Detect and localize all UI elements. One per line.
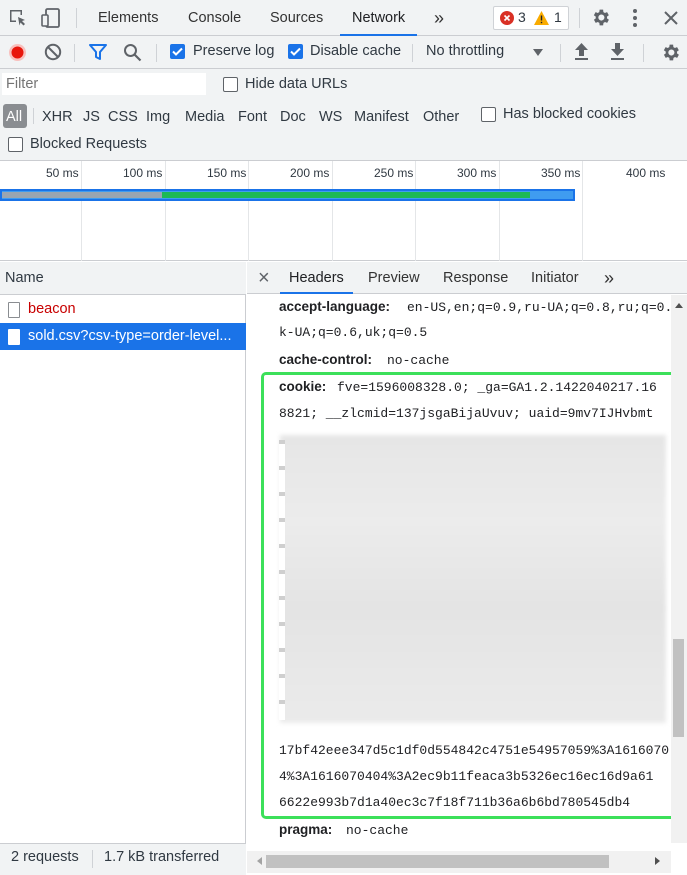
filter-type-font[interactable]: Font — [238, 106, 267, 128]
tab-initiator[interactable]: Initiator — [531, 262, 579, 294]
scroll-up-icon[interactable] — [675, 303, 683, 308]
file-icon — [8, 329, 20, 345]
transferred-size: 1.7 kB transferred — [104, 849, 220, 865]
settings-gear-icon[interactable] — [590, 7, 611, 28]
hide-data-urls-checkbox[interactable] — [223, 77, 238, 92]
inspect-element-icon[interactable] — [8, 8, 28, 28]
header-name-accept-language: accept-language: — [279, 299, 391, 314]
tab-sources[interactable]: Sources — [268, 0, 325, 36]
tab-headers[interactable]: Headers — [280, 262, 353, 294]
request-row-sold-csv[interactable]: sold.csv?csv-type=order-level... — [0, 323, 246, 350]
disable-cache-label: Disable cache — [310, 43, 402, 59]
chevron-down-icon[interactable] — [533, 49, 543, 56]
issues-counter[interactable]: 3 1 — [493, 6, 569, 30]
device-toolbar-icon[interactable] — [40, 7, 62, 29]
tab-preview[interactable]: Preview — [368, 262, 420, 294]
filter-icon[interactable] — [89, 44, 107, 61]
request-list: Name beacon sold.csv?csv-type=order-leve… — [0, 262, 246, 843]
status-bar: 2 requests 1.7 kB transferred — [0, 843, 246, 875]
timeline-request-bar — [0, 189, 575, 201]
vertical-scroll-thumb[interactable] — [673, 639, 684, 737]
has-blocked-cookies-checkbox[interactable] — [481, 107, 496, 122]
search-icon[interactable] — [123, 43, 142, 62]
header-value-pragma: no-cache — [346, 823, 409, 838]
timeline-tick: 250 ms — [374, 166, 414, 180]
error-icon — [500, 11, 514, 25]
more-detail-tabs-button[interactable]: » — [604, 262, 614, 294]
header-name-cache-control: cache-control: — [279, 352, 373, 367]
tab-console[interactable]: Console — [186, 0, 243, 36]
warning-icon — [534, 11, 549, 25]
header-name-pragma: pragma: — [279, 822, 333, 837]
filter-type-xhr[interactable]: XHR — [42, 106, 73, 128]
clear-icon[interactable] — [44, 43, 62, 61]
filter-type-all-label: All — [6, 109, 23, 125]
timeline-tick: 150 ms — [207, 166, 247, 180]
more-options-icon[interactable] — [632, 8, 638, 28]
scroll-left-icon[interactable] — [257, 857, 262, 865]
disable-cache-checkbox[interactable] — [288, 44, 303, 59]
filter-type-manifest[interactable]: Manifest — [354, 106, 409, 128]
header-value-cache-control: no-cache — [387, 353, 450, 368]
request-name: sold.csv?csv-type=order-level... — [28, 328, 232, 344]
more-tabs-button[interactable]: » — [432, 0, 446, 36]
file-icon — [8, 302, 20, 318]
network-toolbar: Preserve log Disable cache No throttling — [0, 36, 687, 69]
request-row-beacon[interactable]: beacon — [0, 296, 246, 323]
name-column-header[interactable]: Name — [0, 262, 246, 295]
filter-type-img[interactable]: Img — [146, 106, 170, 128]
filter-type-doc[interactable]: Doc — [280, 106, 306, 128]
header-value-accept-language-cont: k-UA;q=0.6,uk;q=0.5 — [279, 325, 428, 340]
horizontal-scroll-thumb[interactable] — [266, 855, 609, 868]
close-detail-button[interactable]: × — [258, 262, 270, 294]
blocked-requests-label: Blocked Requests — [30, 136, 147, 152]
import-har-icon[interactable] — [573, 42, 590, 61]
warning-count: 1 — [554, 9, 562, 25]
request-name: beacon — [28, 301, 76, 317]
blocked-requests-checkbox[interactable] — [8, 137, 23, 152]
preserve-log-label: Preserve log — [193, 43, 275, 59]
filter-type-ws[interactable]: WS — [319, 106, 342, 128]
timeline-tick: 300 ms — [457, 166, 497, 180]
timeline-overview[interactable] — [0, 161, 687, 261]
vertical-scrollbar[interactable] — [671, 295, 687, 843]
tab-elements[interactable]: Elements — [96, 0, 160, 36]
filter-type-media[interactable]: Media — [185, 106, 225, 128]
devtools-tab-bar: Elements Console Sources Network » 3 1 — [0, 0, 687, 36]
network-settings-gear-icon[interactable] — [660, 42, 681, 63]
throttling-select[interactable]: No throttling — [426, 43, 504, 59]
preserve-log-checkbox[interactable] — [170, 44, 185, 59]
filter-input[interactable] — [2, 73, 206, 95]
timeline-tick: 200 ms — [290, 166, 330, 180]
timeline-tick: 100 ms — [123, 166, 163, 180]
error-count: 3 — [518, 9, 526, 25]
header-value-accept-language: en-US,en;q=0.9,ru-UA;q=0.8,ru;q=0.7,u — [407, 300, 671, 315]
timeline-tick: 400 ms — [626, 166, 666, 180]
request-count: 2 requests — [11, 849, 79, 865]
export-har-icon[interactable] — [609, 42, 626, 61]
record-icon[interactable] — [9, 44, 26, 61]
has-blocked-cookies-label: Has blocked cookies — [503, 106, 636, 122]
filter-type-other[interactable]: Other — [423, 106, 459, 128]
tab-network[interactable]: Network — [340, 0, 418, 36]
tab-response[interactable]: Response — [443, 262, 508, 294]
hide-data-urls-label: Hide data URLs — [245, 76, 348, 92]
filter-type-css[interactable]: CSS — [108, 106, 138, 128]
scroll-right-icon[interactable] — [655, 857, 660, 865]
cookie-highlight-box — [261, 372, 686, 819]
close-devtools-icon[interactable] — [664, 11, 678, 25]
timeline-tick: 350 ms — [541, 166, 581, 180]
filter-type-js[interactable]: JS — [83, 106, 100, 128]
name-column-label: Name — [5, 270, 44, 286]
horizontal-scrollbar[interactable] — [247, 851, 671, 873]
timeline-tick: 50 ms — [46, 166, 79, 180]
